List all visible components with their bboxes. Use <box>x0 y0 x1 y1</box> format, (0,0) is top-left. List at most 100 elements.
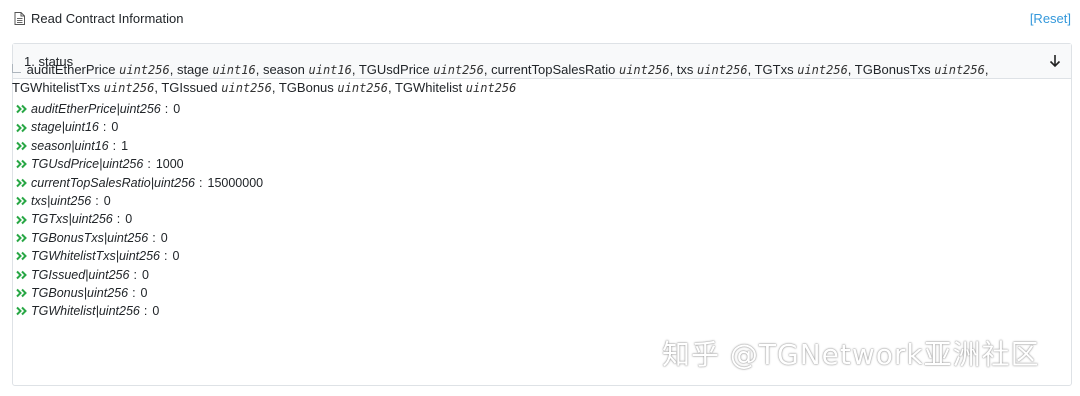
output-results: auditEtherPrice|uint256:0 stage|uint16:0 s… <box>12 100 1052 321</box>
param-name: txs <box>676 62 698 77</box>
signature-param: TGIssued uint256, <box>161 80 279 95</box>
signature-param: TGTxs uint256, <box>754 62 855 77</box>
param-type: uint16 <box>308 63 352 77</box>
double-chevron-right-icon <box>16 123 27 132</box>
result-row: txs|uint256:0 <box>12 192 1052 210</box>
param-type: uint256 <box>618 63 670 77</box>
result-label: TGWhitelist|uint256 <box>31 304 140 319</box>
signature-param: TGBonusTxs uint256, <box>854 62 989 77</box>
result-label: auditEtherPrice|uint256 <box>31 102 161 116</box>
double-chevron-right-icon <box>16 233 27 243</box>
separator: : <box>199 175 203 190</box>
result-label: TGWhitelistTxs|uint256 <box>31 249 160 264</box>
separator: : <box>116 212 121 227</box>
result-value: 0 <box>172 249 180 264</box>
param-type: uint256 <box>433 63 484 77</box>
param-name: stage <box>176 62 213 77</box>
result-value: 0 <box>160 230 168 245</box>
result-value: 0 <box>103 193 111 208</box>
param-type: uint256 <box>934 63 985 77</box>
signature-param: season uint16, <box>262 62 359 77</box>
param-type: uint256 <box>119 63 170 77</box>
result-label: TGIssued|uint256 <box>31 267 130 282</box>
result-row: TGUsdPrice|uint256:1000 <box>12 155 1052 173</box>
result-row: auditEtherPrice|uint256:0 <box>12 100 1052 118</box>
result-value: 0 <box>111 120 119 135</box>
signature-param: TGBonus uint256, <box>278 80 395 95</box>
output-signature: auditEtherPrice uint256, stage uint16, s… <box>12 61 1052 97</box>
result-row: TGWhitelistTxs|uint256:0 <box>12 247 1052 265</box>
function-output: auditEtherPrice uint256, stage uint16, s… <box>12 61 1052 321</box>
result-label: TGBonus|uint256 <box>31 285 129 300</box>
param-type: uint256 <box>697 63 748 77</box>
signature-param: TGWhitelistTxs uint256, <box>12 80 162 95</box>
result-row: season|uint16:1 <box>12 137 1052 155</box>
double-chevron-right-icon <box>16 141 27 151</box>
separator: : <box>152 230 156 245</box>
result-label: currentTopSalesRatio|uint256 <box>31 175 196 190</box>
result-label: season|uint16 <box>31 138 109 153</box>
result-value: 0 <box>140 285 148 300</box>
double-chevron-right-icon <box>16 104 27 114</box>
double-chevron-right-icon <box>16 270 27 279</box>
double-chevron-right-icon <box>16 288 27 298</box>
result-label: stage|uint16 <box>31 120 99 135</box>
separator: : <box>102 120 107 135</box>
separator: : <box>95 193 99 208</box>
separator: : <box>163 249 168 264</box>
param-type: uint256 <box>797 63 848 77</box>
result-value: 0 <box>125 212 133 227</box>
param-name: TGUsdPrice <box>358 62 434 77</box>
double-chevron-right-icon <box>16 307 27 316</box>
separator: : <box>112 138 117 153</box>
param-type: uint16 <box>212 63 256 77</box>
separator: : <box>133 267 137 282</box>
param-type: uint256 <box>221 81 272 95</box>
param-name: auditEtherPrice <box>26 62 120 77</box>
separator: : <box>143 304 148 319</box>
tree-branch-icon <box>12 64 21 73</box>
read-contract-header: Read Contract Information [Reset] <box>0 0 1080 38</box>
result-value: 0 <box>173 102 181 116</box>
result-value: 1000 <box>155 157 184 172</box>
param-name: TGTxs <box>754 62 798 77</box>
double-chevron-right-icon <box>16 160 27 169</box>
signature-param: txs uint256, <box>676 62 755 77</box>
param-name: currentTopSalesRatio <box>491 62 619 77</box>
reset-link[interactable]: [Reset] <box>1030 11 1071 26</box>
double-chevron-right-icon <box>16 178 27 187</box>
result-row: TGWhitelist|uint256:0 <box>12 302 1052 320</box>
param-name: season <box>262 62 309 77</box>
separator: : <box>147 157 151 172</box>
double-chevron-right-icon <box>16 252 27 261</box>
signature-param: TGWhitelist uint256 <box>395 80 516 95</box>
result-row: stage|uint16:0 <box>12 118 1052 136</box>
page-title: Read Contract Information <box>31 11 184 26</box>
param-name: TGWhitelist <box>394 80 466 95</box>
result-row: TGIssued|uint256:0 <box>12 266 1052 284</box>
signature-param: currentTopSalesRatio uint256, <box>491 62 677 77</box>
result-label: TGTxs|uint256 <box>31 212 113 227</box>
result-label: txs|uint256 <box>31 193 92 208</box>
result-row: TGTxs|uint256:0 <box>12 210 1052 228</box>
result-value: 1 <box>121 138 129 153</box>
double-chevron-right-icon <box>16 196 27 206</box>
result-label: TGUsdPrice|uint256 <box>31 157 144 172</box>
result-row: TGBonus|uint256:0 <box>12 284 1052 302</box>
signature-param: auditEtherPrice uint256, <box>26 62 177 77</box>
result-value: 15000000 <box>207 175 264 190</box>
param-type: uint256 <box>103 81 155 95</box>
result-label: TGBonusTxs|uint256 <box>31 230 149 245</box>
document-icon <box>14 12 25 25</box>
signature-param: stage uint16, <box>176 62 263 77</box>
separator: : <box>132 285 136 300</box>
param-name: TGWhitelistTxs <box>12 80 104 95</box>
result-row: TGBonusTxs|uint256:0 <box>12 229 1052 247</box>
result-value: 0 <box>141 267 149 282</box>
signature-param: TGUsdPrice uint256, <box>358 62 492 77</box>
result-value: 0 <box>152 304 160 319</box>
param-name: TGIssued <box>161 80 222 95</box>
watermark: 知乎 @TGNetwork亚洲社区 <box>662 338 1040 371</box>
param-type: uint256 <box>337 81 388 95</box>
param-name: TGBonus <box>278 80 338 95</box>
